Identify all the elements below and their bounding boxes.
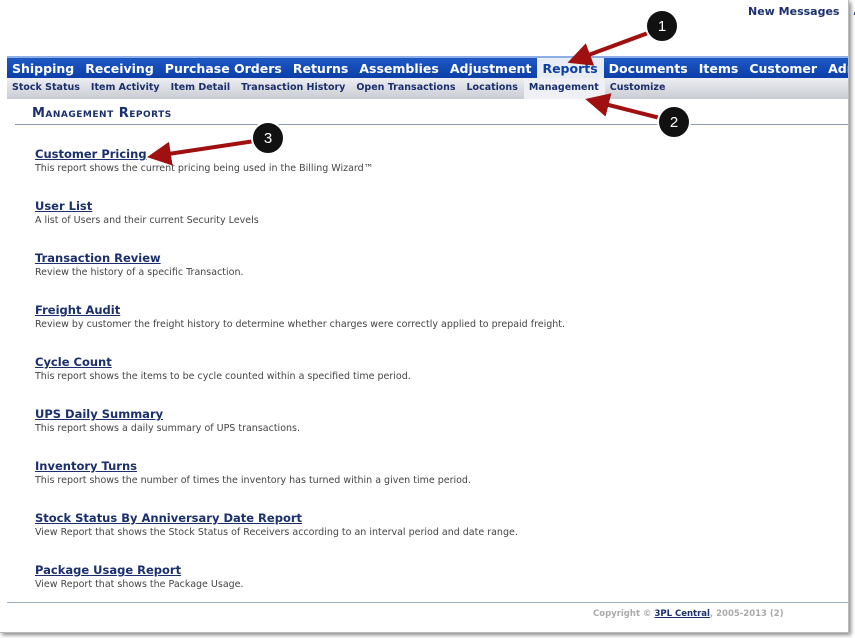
arrow-3 [147,139,256,166]
arrow-1 [567,31,649,66]
callout-3: 3 [251,121,285,155]
svg-text:2: 2 [670,114,678,131]
callout-2: 2 [657,105,691,139]
annotation-overlay: 1 2 3 [147,9,691,166]
arrow-2 [585,93,661,120]
svg-text:1: 1 [658,18,666,35]
svg-text:3: 3 [264,130,272,147]
callout-1: 1 [645,9,679,43]
